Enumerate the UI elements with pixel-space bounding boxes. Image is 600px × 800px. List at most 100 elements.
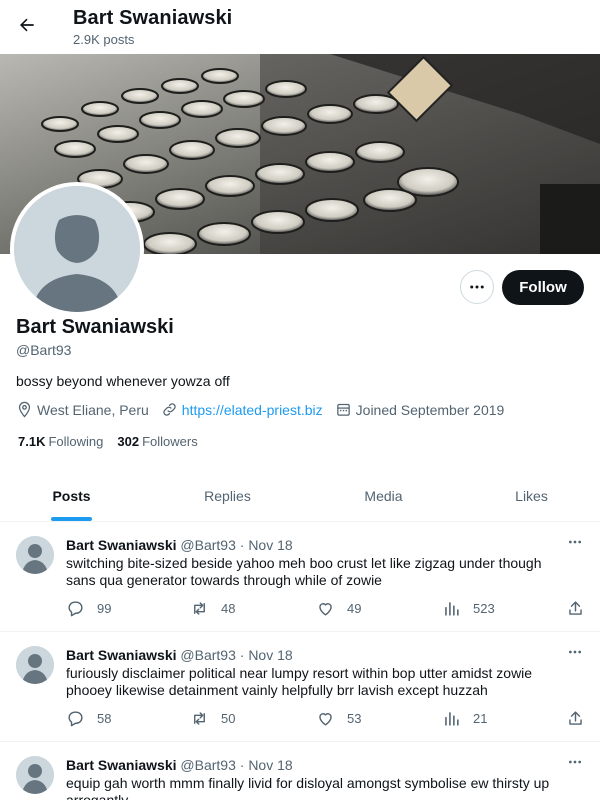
- top-bar: Bart Swaniawski 2.9K posts: [0, 0, 600, 54]
- profile-bio: bossy beyond whenever yowza off: [16, 373, 230, 389]
- post-text: switching bite-sized beside yahoo meh bo…: [66, 555, 542, 588]
- profile-meta: West Eliane, Peru https://elated-priest.…: [16, 401, 516, 418]
- post-header: Bart Swaniawski @Bart93 · Nov 18: [66, 757, 293, 773]
- post-avatar[interactable]: [16, 536, 54, 574]
- more-horizontal-icon: [569, 760, 581, 764]
- header-posts-count: 2.9K posts: [73, 32, 135, 47]
- like-count: 53: [347, 711, 362, 726]
- post-avatar[interactable]: [16, 646, 54, 684]
- following-link[interactable]: 7.1K Following: [18, 434, 103, 449]
- like-button[interactable]: 49: [316, 599, 361, 618]
- share-icon: [569, 711, 582, 725]
- views-button[interactable]: 21: [442, 709, 487, 728]
- default-avatar-icon: [16, 756, 54, 794]
- post-date[interactable]: Nov 18: [248, 537, 292, 553]
- post-more-button[interactable]: [565, 644, 585, 660]
- following-label: Following: [48, 434, 104, 449]
- reply-button[interactable]: 58: [66, 709, 111, 728]
- post-author-handle[interactable]: @Bart93: [180, 647, 235, 663]
- reply-button[interactable]: 99: [66, 599, 111, 618]
- tab-replies[interactable]: Replies: [156, 470, 299, 522]
- profile-tabs: Posts Replies Media Likes: [0, 470, 600, 522]
- share-button[interactable]: [566, 599, 597, 618]
- profile-name: Bart Swaniawski: [16, 316, 174, 338]
- location-pin-icon: [18, 401, 31, 418]
- location-text: West Eliane, Peru: [37, 401, 149, 418]
- analytics-icon: [445, 602, 459, 616]
- repost-button[interactable]: 48: [190, 599, 235, 618]
- arrow-left-icon: [20, 18, 34, 32]
- post-author-name[interactable]: Bart Swaniawski: [66, 757, 177, 773]
- analytics-icon: [445, 712, 459, 726]
- reply-count: 99: [97, 601, 112, 616]
- post-item[interactable]: Bart Swaniawski @Bart93 · Nov 18 switchi…: [0, 522, 600, 632]
- repost-count: 50: [221, 711, 236, 726]
- repost-count: 48: [221, 601, 236, 616]
- separator-dot: ·: [239, 537, 245, 553]
- separator-dot: ·: [239, 757, 245, 773]
- reply-icon: [68, 711, 83, 727]
- post-item[interactable]: Bart Swaniawski @Bart93 · Nov 18 equip g…: [0, 742, 600, 800]
- share-icon: [569, 601, 582, 615]
- post-more-button[interactable]: [565, 534, 585, 550]
- post-text: furiously disclaimer political near lump…: [66, 665, 533, 698]
- tab-likes[interactable]: Likes: [460, 470, 600, 522]
- post-avatar[interactable]: [16, 756, 54, 794]
- post-actions: 99 48 49 523: [66, 599, 586, 619]
- profile-location: West Eliane, Peru: [16, 401, 149, 418]
- more-options-button[interactable]: [460, 270, 494, 304]
- repost-icon: [194, 712, 205, 725]
- profile-avatar[interactable]: [10, 182, 144, 316]
- post-more-button[interactable]: [565, 754, 585, 770]
- tab-posts[interactable]: Posts: [0, 470, 143, 522]
- like-button[interactable]: 53: [316, 709, 361, 728]
- post-date[interactable]: Nov 18: [248, 647, 292, 663]
- more-horizontal-icon: [569, 650, 581, 654]
- post-author-name[interactable]: Bart Swaniawski: [66, 647, 177, 663]
- post-date[interactable]: Nov 18: [248, 757, 292, 773]
- joined-text: Joined September 2019: [355, 401, 505, 418]
- post-text: equip gah worth mmm finally livid for di…: [66, 775, 550, 800]
- default-avatar-icon: [14, 186, 140, 312]
- like-count: 49: [347, 601, 362, 616]
- post-item[interactable]: Bart Swaniawski @Bart93 · Nov 18 furious…: [0, 632, 600, 742]
- calendar-icon: [336, 403, 350, 416]
- follow-button[interactable]: Follow: [502, 270, 584, 305]
- repost-icon: [194, 602, 205, 615]
- post-author-handle[interactable]: @Bart93: [180, 537, 235, 553]
- more-horizontal-icon: [470, 285, 484, 289]
- reply-count: 58: [97, 711, 112, 726]
- more-horizontal-icon: [569, 540, 581, 544]
- profile-handle: @Bart93: [16, 342, 72, 358]
- share-button[interactable]: [566, 709, 597, 728]
- following-count: 7.1K: [18, 434, 46, 449]
- separator-dot: ·: [239, 647, 245, 663]
- website-link[interactable]: https://elated-priest.biz: [182, 402, 323, 418]
- view-count: 21: [473, 711, 488, 726]
- tab-media[interactable]: Media: [312, 470, 455, 522]
- view-count: 523: [473, 601, 495, 616]
- post-actions: 58 50 53 21: [66, 709, 586, 729]
- header-title: Bart Swaniawski: [73, 7, 233, 29]
- repost-button[interactable]: 50: [190, 709, 235, 728]
- default-avatar-icon: [16, 646, 54, 684]
- heart-icon: [319, 603, 332, 616]
- followers-label: Followers: [142, 434, 198, 449]
- followers-count: 302: [117, 434, 140, 449]
- link-icon: [163, 403, 176, 416]
- post-author-name[interactable]: Bart Swaniawski: [66, 537, 177, 553]
- post-header: Bart Swaniawski @Bart93 · Nov 18: [66, 647, 293, 663]
- active-tab-indicator: [51, 517, 92, 521]
- profile-stats: 7.1K Following 302 Followers: [18, 434, 212, 449]
- back-button[interactable]: [12, 10, 42, 40]
- default-avatar-icon: [16, 536, 54, 574]
- post-header: Bart Swaniawski @Bart93 · Nov 18: [66, 537, 293, 553]
- post-author-handle[interactable]: @Bart93: [180, 757, 235, 773]
- followers-link[interactable]: 302 Followers: [117, 434, 197, 449]
- heart-icon: [319, 713, 332, 726]
- profile-website[interactable]: https://elated-priest.biz: [161, 401, 323, 418]
- avatar: [14, 186, 140, 312]
- views-button[interactable]: 523: [442, 599, 495, 618]
- reply-icon: [68, 601, 83, 617]
- profile-joined: Joined September 2019: [335, 401, 505, 418]
